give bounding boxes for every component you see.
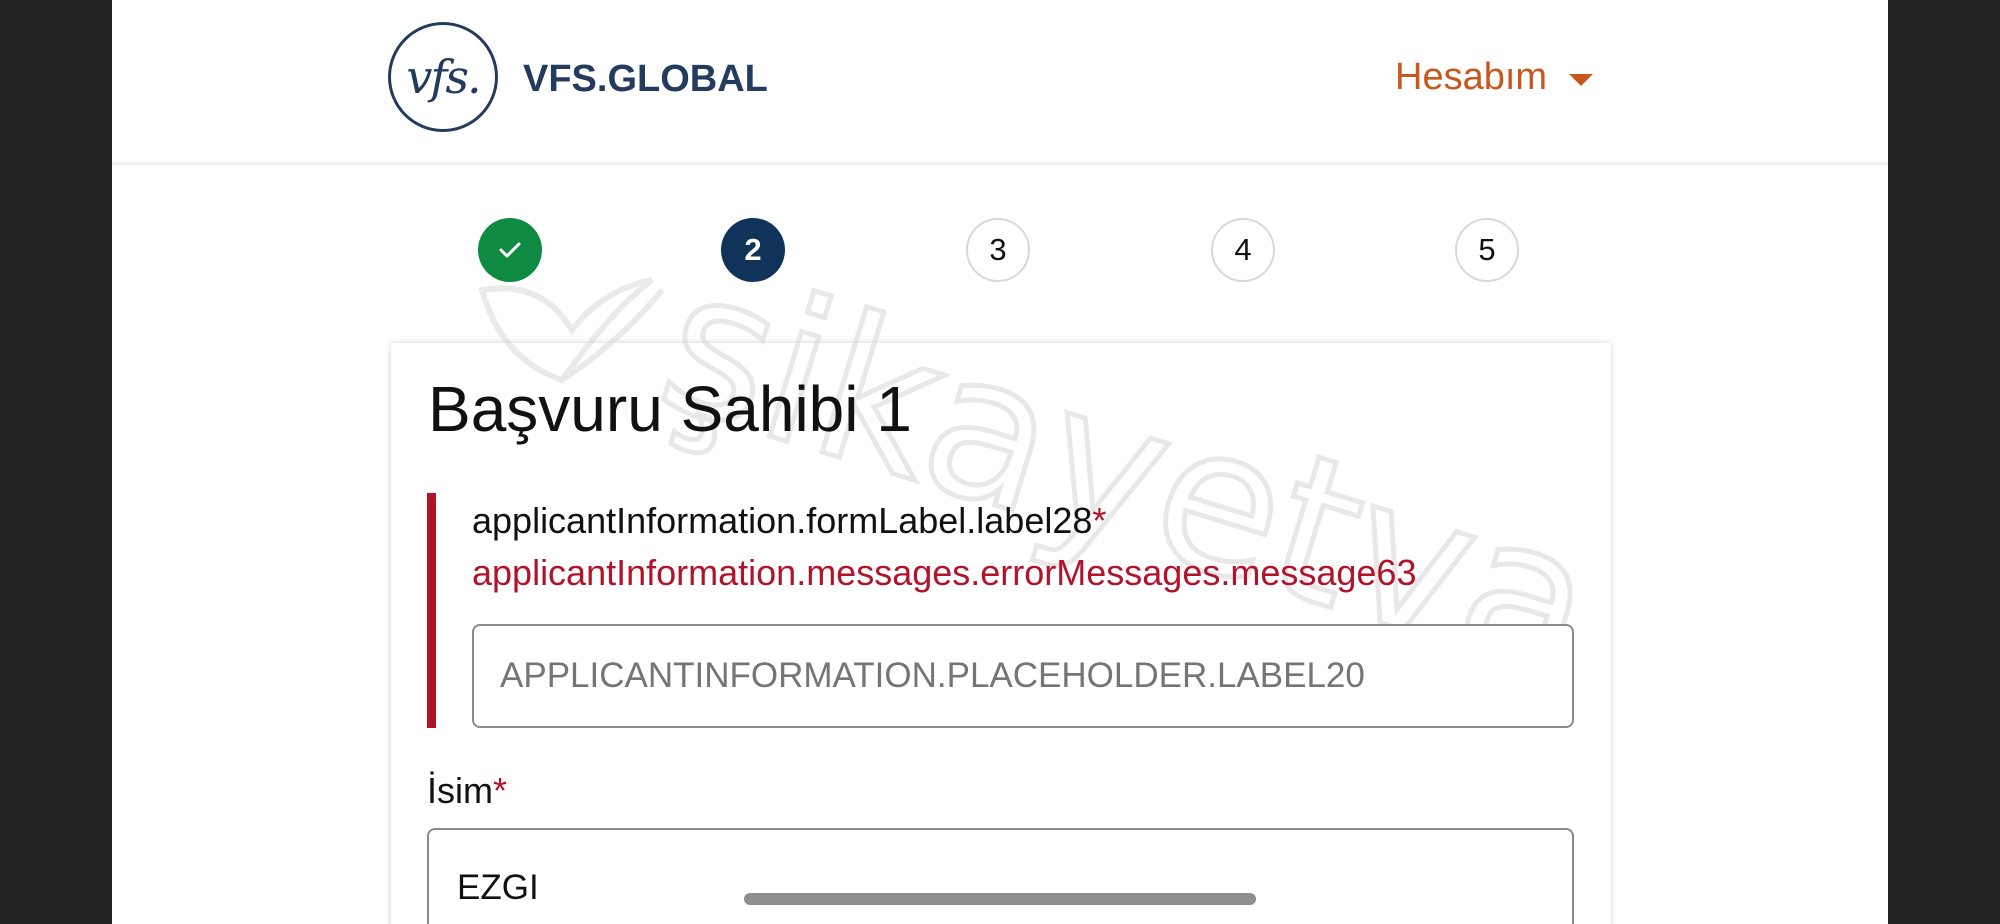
field1-label-text: applicantInformation.formLabel.label28	[472, 500, 1093, 541]
step-5: 5	[1455, 218, 1519, 282]
field1-label: applicantInformation.formLabel.label28*	[472, 500, 1106, 542]
field1-required-mark: *	[1092, 500, 1107, 541]
step-1-completed	[478, 218, 542, 282]
logo-mark-text: vfs.	[406, 50, 481, 104]
vfs-logo-mark[interactable]: vfs.	[388, 22, 498, 132]
step-3: 3	[966, 218, 1030, 282]
check-icon	[499, 242, 521, 258]
error-indicator-bar	[427, 493, 436, 728]
field1-error-message: applicantInformation.messages.errorMessa…	[472, 552, 1417, 593]
header: vfs. VFS.GLOBAL Hesabım	[112, 0, 1888, 165]
step-2-active: 2	[721, 218, 785, 282]
account-label: Hesabım	[1395, 56, 1548, 98]
card-title: Başvuru Sahibi 1	[428, 373, 912, 445]
name-label: İsim*	[427, 770, 507, 812]
home-indicator-bar	[744, 893, 1256, 905]
page: vfs. VFS.GLOBAL Hesabım 2 3 4 5 şikayetv…	[112, 0, 1888, 924]
name-required-mark: *	[493, 770, 508, 811]
account-menu-button[interactable]: Hesabım	[1395, 56, 1594, 99]
name-label-text: İsim	[427, 770, 493, 811]
logo-text: VFS.GLOBAL	[523, 58, 768, 100]
caret-down-icon	[1569, 73, 1594, 86]
step-4: 4	[1211, 218, 1275, 282]
field1-input[interactable]	[472, 624, 1574, 728]
name-input[interactable]	[427, 828, 1574, 924]
